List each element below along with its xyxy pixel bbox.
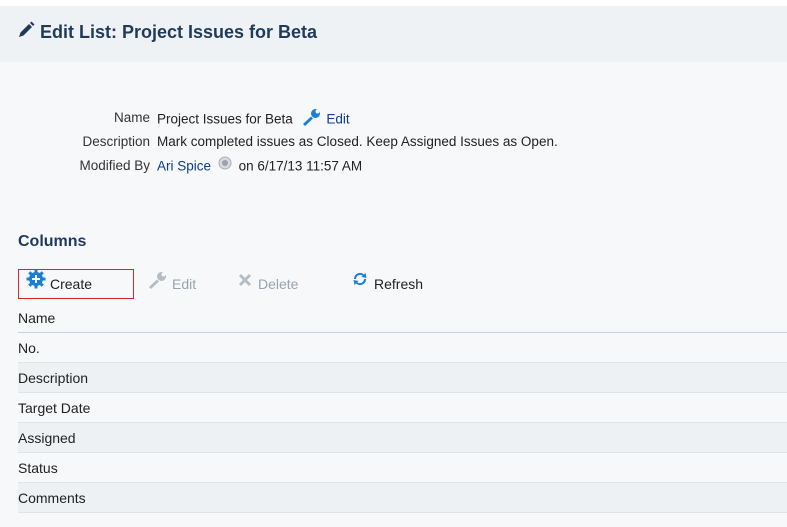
table-row[interactable]: Assigned [18, 423, 787, 453]
description-label: Description [82, 134, 150, 149]
name-value-group: Project Issues for Beta Edit [157, 108, 350, 132]
edit-wrench-icon [148, 269, 172, 299]
modified-row: Modified By Ari Spice on 6/17/13 11:57 A… [0, 156, 787, 176]
table-row[interactable]: Description [18, 363, 787, 393]
name-edit-link[interactable]: Edit [326, 112, 349, 127]
modified-date: on 6/17/13 11:57 AM [238, 158, 363, 174]
name-row: Name Project Issues for Beta Edit [0, 108, 787, 128]
description-value: Mark completed issues as Closed. Keep As… [157, 134, 558, 149]
table-row[interactable]: Target Date [18, 393, 787, 423]
columns-heading: Columns [18, 233, 87, 250]
edit-label: Edit [172, 276, 197, 292]
table-row[interactable]: No. [18, 333, 787, 363]
table-header-name[interactable]: Name [18, 303, 787, 333]
page-header: Edit List: Project Issues for Beta [0, 0, 787, 62]
create-label: Create [50, 276, 93, 292]
refresh-label: Refresh [374, 276, 424, 292]
wrench-icon[interactable] [301, 108, 323, 132]
table-row[interactable]: Comments [18, 483, 787, 513]
description-row: Description Mark completed issues as Clo… [0, 132, 787, 152]
presence-icon[interactable] [218, 156, 232, 176]
delete-button[interactable]: Delete [236, 269, 298, 299]
pencil-icon [16, 20, 40, 45]
modified-by-label: Modified By [79, 158, 150, 173]
refresh-icon [350, 269, 374, 299]
modified-value-group: Ari Spice on 6/17/13 11:57 AM [157, 156, 362, 178]
edit-button[interactable]: Edit [148, 269, 196, 299]
name-label: Name [113, 110, 150, 125]
delete-x-icon [236, 269, 258, 299]
delete-label: Delete [258, 276, 299, 292]
user-link[interactable]: Ari Spice [157, 159, 211, 174]
create-button[interactable]: Create [18, 269, 134, 299]
refresh-button[interactable]: Refresh [350, 269, 423, 299]
page-title-text: Edit List: Project Issues for Beta [40, 22, 318, 42]
name-value: Project Issues for Beta [157, 111, 293, 127]
create-gear-icon [26, 269, 50, 299]
table-row[interactable]: Status [18, 453, 787, 483]
columns-toolbar: Create Edit Delete Refresh [18, 269, 787, 299]
page-title: Edit List: Project Issues for Beta [16, 20, 317, 45]
